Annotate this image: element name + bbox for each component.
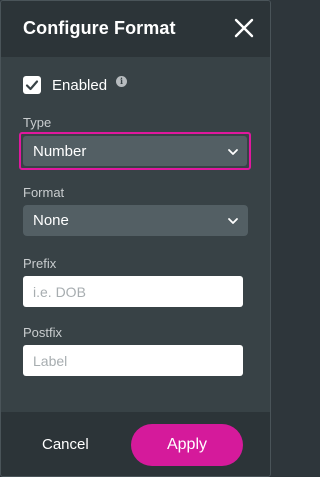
close-icon[interactable] bbox=[232, 16, 256, 40]
postfix-input[interactable] bbox=[23, 345, 243, 376]
dialog-title: Configure Format bbox=[23, 18, 176, 38]
type-select[interactable]: Number bbox=[19, 132, 251, 170]
type-select-value: Number bbox=[33, 143, 87, 160]
chevron-down-icon bbox=[228, 149, 238, 155]
info-icon[interactable]: i bbox=[116, 75, 128, 87]
enabled-row: Enabled i bbox=[23, 75, 128, 95]
chevron-down-icon bbox=[228, 218, 238, 224]
type-label: Type bbox=[23, 115, 52, 130]
dialog-footer: Cancel Apply bbox=[1, 412, 270, 476]
cancel-button[interactable]: Cancel bbox=[42, 436, 89, 453]
format-select-value: None bbox=[33, 212, 69, 229]
postfix-label: Postfix bbox=[23, 325, 63, 340]
enabled-checkbox[interactable] bbox=[23, 76, 41, 94]
configure-format-dialog: Configure Format Enabled i Type Number F… bbox=[0, 0, 271, 477]
format-select[interactable]: None bbox=[23, 205, 248, 236]
prefix-label: Prefix bbox=[23, 256, 57, 271]
enabled-label: Enabled bbox=[52, 76, 108, 94]
prefix-input[interactable] bbox=[23, 276, 243, 307]
dialog-header: Configure Format bbox=[1, 1, 270, 57]
checkmark-icon bbox=[25, 80, 39, 91]
format-label: Format bbox=[23, 185, 65, 200]
apply-button[interactable]: Apply bbox=[131, 424, 243, 466]
